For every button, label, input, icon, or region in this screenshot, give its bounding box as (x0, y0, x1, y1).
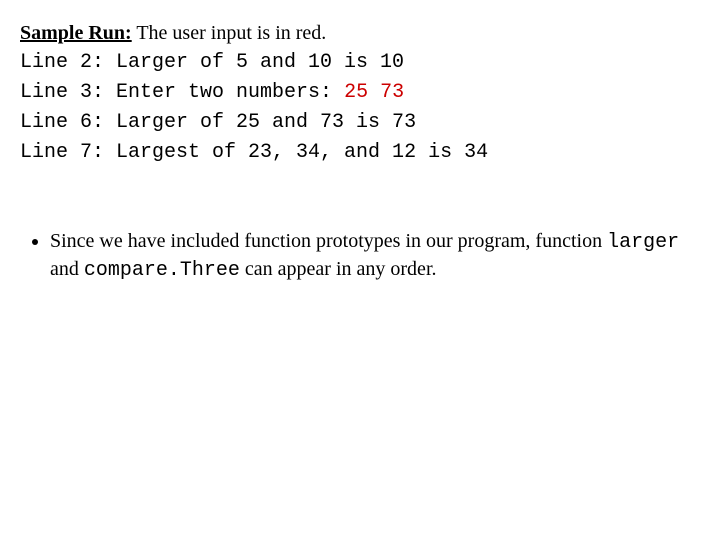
code-compare-three: compare.Three (84, 259, 240, 282)
output-line-3: Line 3: Enter two numbers: 25 73 (20, 78, 700, 108)
output-line-2: Line 2: Larger of 5 and 10 is 10 (20, 48, 700, 78)
sample-run-note: The user input is in red. (132, 22, 327, 44)
bullet-item: Since we have included function prototyp… (50, 228, 700, 284)
sample-run-label: Sample Run: (20, 22, 132, 44)
output-line-7: Line 7: Largest of 23, 34, and 12 is 34 (20, 138, 700, 168)
bullet-text-2: and (50, 258, 84, 280)
code-larger: larger (607, 231, 679, 254)
bullet-text-3: can appear in any order. (240, 258, 437, 280)
output-line-6: Line 6: Larger of 25 and 73 is 73 (20, 108, 700, 138)
document-page: Sample Run: The user input is in red. Li… (0, 0, 720, 304)
bullet-text-1: Since we have included function prototyp… (50, 230, 607, 252)
explanatory-note: Since we have included function prototyp… (20, 228, 700, 284)
sample-run-block: Sample Run: The user input is in red. Li… (20, 18, 700, 168)
output-line-3-prompt: Line 3: Enter two numbers: (20, 81, 344, 104)
sample-run-header: Sample Run: The user input is in red. (20, 18, 700, 48)
user-input-line-3: 25 73 (344, 81, 404, 104)
bullet-list: Since we have included function prototyp… (26, 228, 700, 284)
